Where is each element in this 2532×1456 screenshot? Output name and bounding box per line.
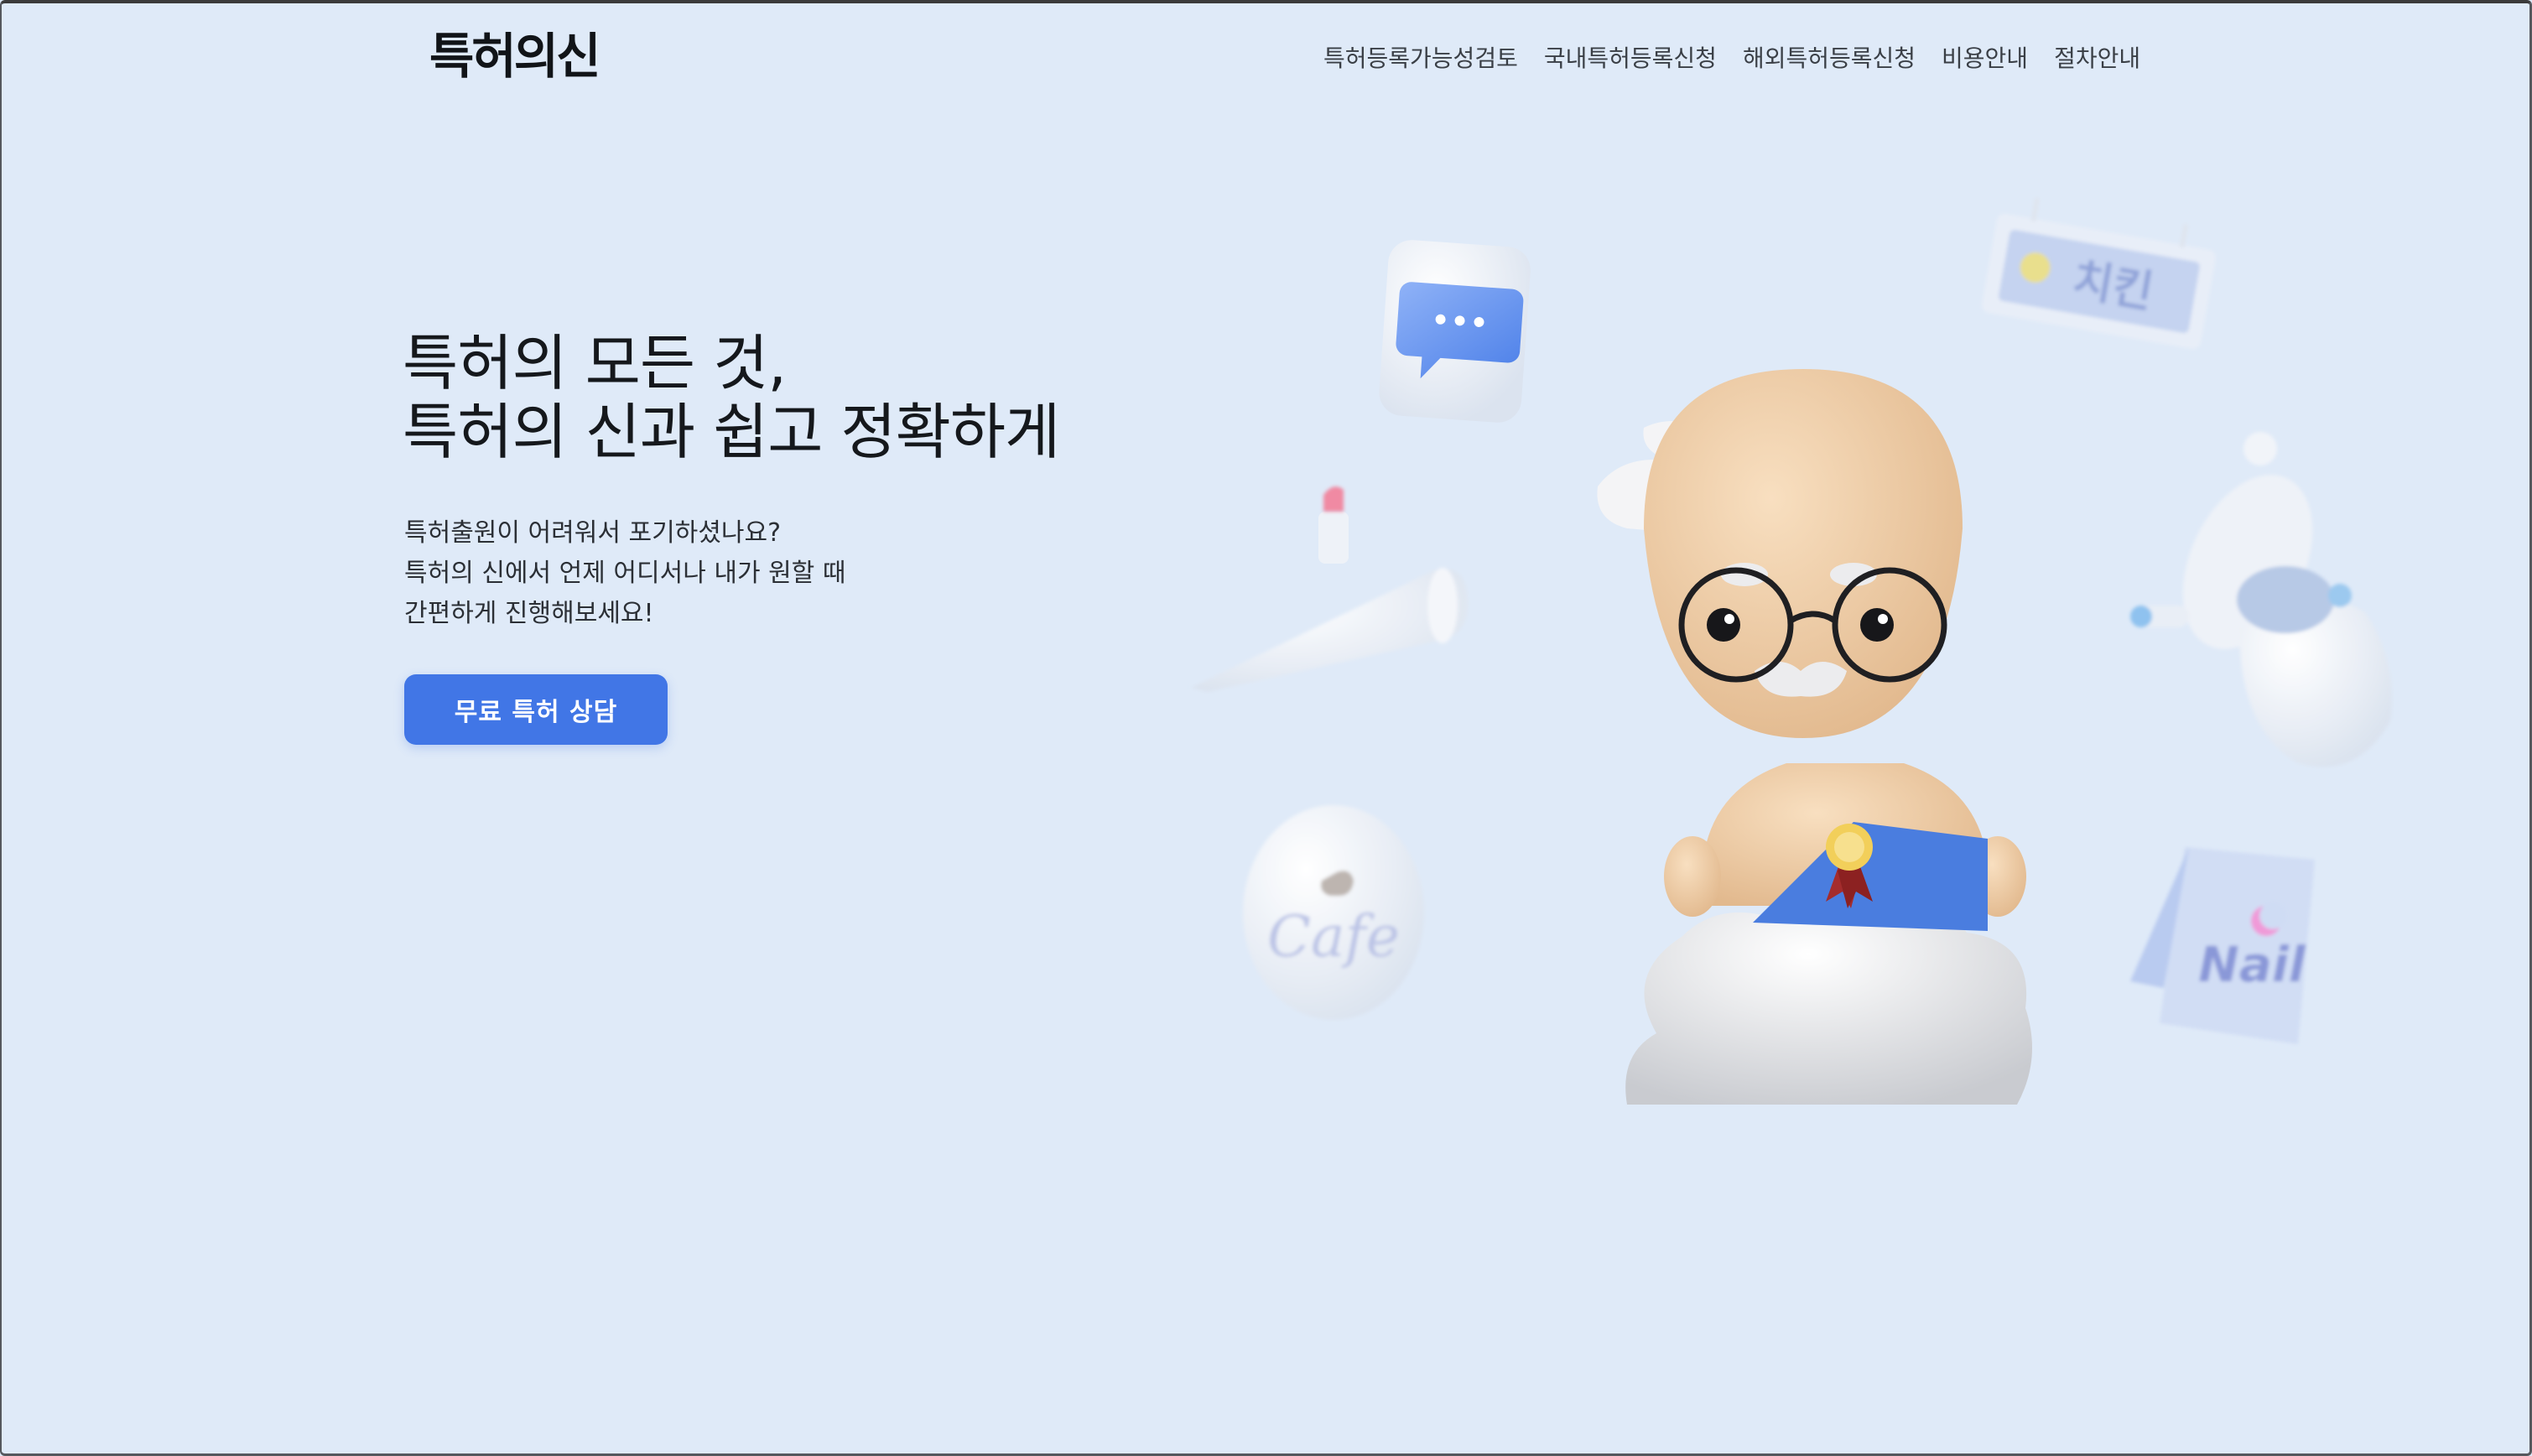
tube-icon <box>1191 568 1468 692</box>
cafe-sign-icon: Cafe <box>1243 805 1424 1020</box>
hanging-sign-icon: 치킨 <box>1982 197 2216 349</box>
patent-god-character <box>1597 369 2026 931</box>
nav-item-pricing[interactable]: 비용안내 <box>1942 42 2028 75</box>
nail-label: Nail <box>2198 936 2306 993</box>
logo[interactable]: 특허의신 <box>429 32 601 81</box>
hero-description-line-1: 특허출원이 어려워서 포기하셨나요? <box>404 518 781 548</box>
free-consultation-button[interactable]: 무료 특허 상담 <box>404 674 668 745</box>
hero-title-line-1: 특허의 모든 것, <box>403 328 787 398</box>
nav-item-patent-review[interactable]: 특허등록가능성검토 <box>1323 42 1518 75</box>
cafe-label: Cafe <box>1267 904 1400 970</box>
chat-bubble-icon <box>1379 240 1531 423</box>
hero-description-line-3: 간편하게 진행해보세요! <box>404 599 654 628</box>
jar-icon <box>2130 432 2392 767</box>
hero-description-line-2: 특허의 신에서 언제 어디서나 내가 원할 때 <box>404 559 846 588</box>
hero-illustration: Cafe 치킨 Nail <box>1157 92 2415 1107</box>
hero-description: 특허출원이 어려워서 포기하셨나요? 특허의 신에서 언제 어디서나 내가 원할… <box>404 513 845 634</box>
nav-item-domestic-patent[interactable]: 국내특허등록신청 <box>1544 42 1717 75</box>
hero-title: 특허의 모든 것, 특허의 신과 쉽고 정확하게 <box>403 328 1060 467</box>
main-nav: 특허등록가능성검토 국내특허등록신청 해외특허등록신청 비용안내 절차안내 <box>1323 42 2166 75</box>
nail-sign-icon: Nail <box>2130 847 2315 1044</box>
nav-item-procedure[interactable]: 절차안내 <box>2054 42 2140 75</box>
nav-item-overseas-patent[interactable]: 해외특허등록신청 <box>1743 42 1916 75</box>
hero-title-line-2: 특허의 신과 쉽고 정확하게 <box>403 397 1060 467</box>
lipstick-icon <box>1318 486 1349 564</box>
